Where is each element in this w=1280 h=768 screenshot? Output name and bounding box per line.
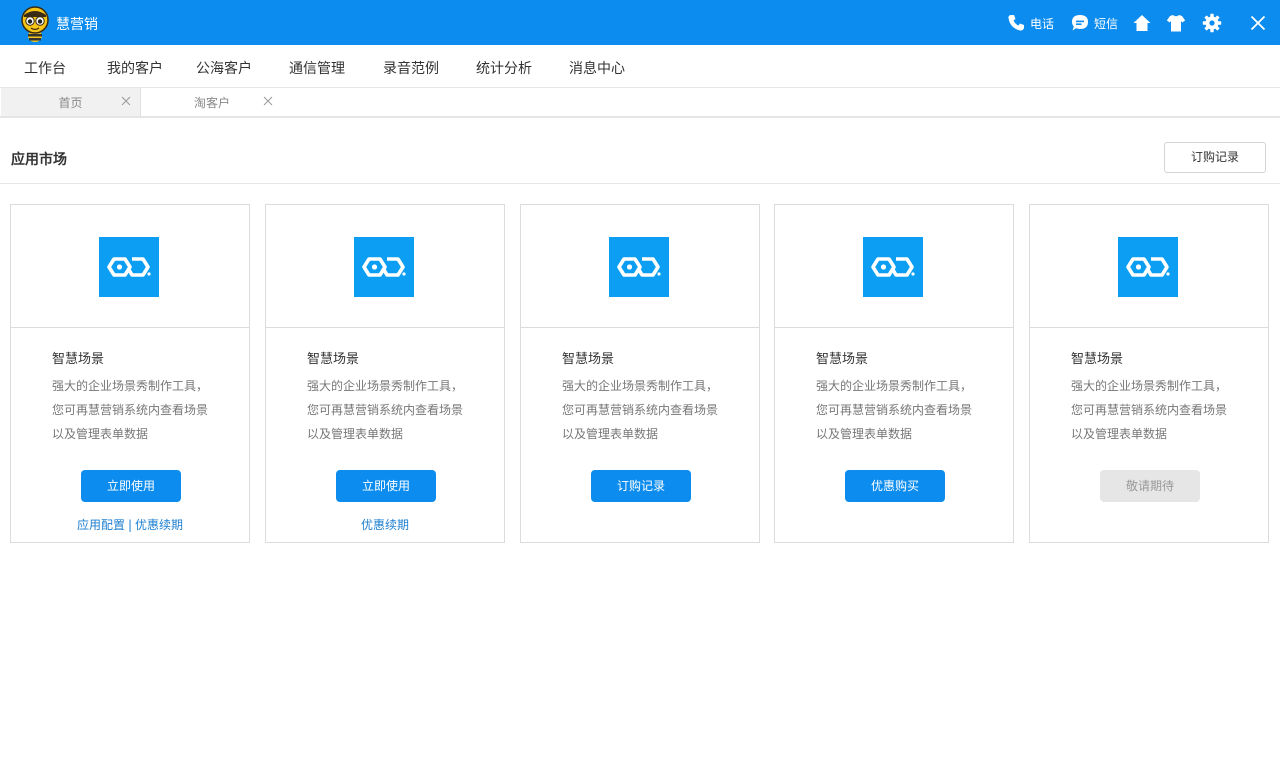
- infinity-glyph: [1126, 257, 1170, 277]
- renew-link[interactable]: 优惠续期: [361, 518, 409, 532]
- app-card-description: 强大的企业场景秀制作工具， 您可再慧营销系统内查看场景 以及管理表单数据: [52, 374, 242, 446]
- close-icon: [1250, 15, 1266, 31]
- tab-home[interactable]: 首页: [1, 88, 141, 116]
- discount-purchase-button[interactable]: 优惠购买: [845, 470, 945, 502]
- order-history-button[interactable]: 订购记录: [1164, 142, 1266, 173]
- tab-find-customers[interactable]: 淘客户: [142, 88, 282, 116]
- description-line: 强大的企业场景秀制作工具，: [307, 379, 464, 393]
- menu-item-public-customers[interactable]: 公海客户: [196, 58, 252, 78]
- app-card: 智慧场景 强大的企业场景秀制作工具， 您可再慧营销系统内查看场景 以及管理表单数…: [774, 204, 1014, 543]
- description-line: 强大的企业场景秀制作工具，: [562, 379, 719, 393]
- title-bar: 慧营销 电话 短信: [0, 0, 1280, 45]
- tab-label: 淘客户: [193, 96, 230, 110]
- infinity-app-icon: [99, 237, 159, 297]
- menu-item-my-customers[interactable]: 我的客户: [107, 58, 163, 78]
- home-icon: [1133, 15, 1151, 31]
- tab-close-icon[interactable]: [120, 95, 132, 107]
- menu-item-messages[interactable]: 消息中心: [569, 58, 625, 78]
- app-card-description: 强大的企业场景秀制作工具， 您可再慧营销系统内查看场景 以及管理表单数据: [1071, 374, 1261, 446]
- app-card-description: 强大的企业场景秀制作工具， 您可再慧营销系统内查看场景 以及管理表单数据: [562, 374, 752, 446]
- description-line: 以及管理表单数据: [1071, 427, 1168, 441]
- app-card-links: 优惠续期: [266, 516, 504, 533]
- phone-button[interactable]: 电话: [1006, 12, 1054, 34]
- app-card: 智慧场景 强大的企业场景秀制作工具， 您可再慧营销系统内查看场景 以及管理表单数…: [1029, 204, 1269, 543]
- infinity-glyph: [617, 257, 661, 277]
- description-line: 强大的企业场景秀制作工具，: [1071, 379, 1228, 393]
- divider: [0, 183, 1280, 184]
- menu-item-workbench[interactable]: 工作台: [24, 58, 66, 78]
- app-card-title: 智慧场景: [816, 352, 869, 367]
- tab-bar: 首页 淘客户: [0, 88, 1280, 118]
- use-now-button[interactable]: 立即使用: [336, 470, 436, 502]
- phone-label: 电话: [1030, 16, 1055, 31]
- infinity-glyph: [362, 257, 406, 277]
- description-line: 以及管理表单数据: [562, 427, 659, 441]
- app-card-header: [266, 205, 504, 328]
- description-line: 强大的企业场景秀制作工具，: [816, 379, 973, 393]
- infinity-app-icon: [863, 237, 923, 297]
- app-card-header: [1030, 205, 1268, 328]
- menu-item-communication[interactable]: 通信管理: [289, 58, 345, 78]
- home-button[interactable]: [1132, 12, 1152, 34]
- sms-label: 短信: [1094, 16, 1119, 31]
- description-line: 您可再慧营销系统内查看场景: [52, 403, 209, 417]
- infinity-glyph: [107, 257, 151, 277]
- app-name: 慧营销: [56, 17, 98, 33]
- app-card-title: 智慧场景: [1071, 352, 1124, 367]
- app-config-link[interactable]: 应用配置: [77, 518, 125, 532]
- menu-item-recording-examples[interactable]: 录音范例: [383, 58, 439, 78]
- close-button[interactable]: [1248, 12, 1268, 34]
- use-now-button[interactable]: 立即使用: [81, 470, 181, 502]
- gear-icon: [1202, 13, 1222, 33]
- description-line: 以及管理表单数据: [816, 427, 913, 441]
- app-card-title: 智慧场景: [52, 352, 105, 367]
- app-card-description: 强大的企业场景秀制作工具， 您可再慧营销系统内查看场景 以及管理表单数据: [307, 374, 497, 446]
- app-card-header: [521, 205, 759, 328]
- description-line: 以及管理表单数据: [307, 427, 404, 441]
- order-records-button[interactable]: 订购记录: [591, 470, 691, 502]
- renew-link[interactable]: 优惠续期: [135, 518, 183, 532]
- page-title: 应用市场: [11, 152, 67, 168]
- bee-logo-icon: [21, 6, 49, 42]
- infinity-app-icon: [609, 237, 669, 297]
- main-menu: 工作台 我的客户 公海客户 通信管理 录音范例 统计分析 消息中心: [0, 45, 1280, 88]
- settings-button[interactable]: [1202, 12, 1222, 34]
- app-card: 智慧场景 强大的企业场景秀制作工具， 您可再慧营销系统内查看场景 以及管理表单数…: [10, 204, 250, 543]
- description-line: 强大的企业场景秀制作工具，: [52, 379, 209, 393]
- coming-soon-button: 敬请期待: [1100, 470, 1200, 502]
- description-line: 您可再慧营销系统内查看场景: [307, 403, 464, 417]
- app-card-links: 应用配置 | 优惠续期: [11, 516, 249, 533]
- link-separator: |: [127, 518, 133, 532]
- app-card-header: [775, 205, 1013, 328]
- app-card-title: 智慧场景: [307, 352, 360, 367]
- sms-bubble-icon: [1072, 15, 1088, 31]
- description-line: 您可再慧营销系统内查看场景: [816, 403, 973, 417]
- description-line: 以及管理表单数据: [52, 427, 149, 441]
- infinity-glyph: [871, 257, 915, 277]
- infinity-app-icon: [1118, 237, 1178, 297]
- infinity-app-icon: [354, 237, 414, 297]
- app-card: 智慧场景 强大的企业场景秀制作工具， 您可再慧营销系统内查看场景 以及管理表单数…: [520, 204, 760, 543]
- tab-close-icon[interactable]: [262, 95, 274, 107]
- phone-icon: [1008, 15, 1024, 31]
- app-card-title: 智慧场景: [562, 352, 615, 367]
- app-card-header: [11, 205, 249, 328]
- sms-button[interactable]: 短信: [1070, 12, 1118, 34]
- shirt-icon: [1166, 15, 1186, 32]
- theme-button[interactable]: [1166, 12, 1186, 34]
- app-card: 智慧场景 强大的企业场景秀制作工具， 您可再慧营销系统内查看场景 以及管理表单数…: [265, 204, 505, 543]
- description-line: 您可再慧营销系统内查看场景: [1071, 403, 1228, 417]
- app-card-description: 强大的企业场景秀制作工具， 您可再慧营销系统内查看场景 以及管理表单数据: [816, 374, 1006, 446]
- description-line: 您可再慧营销系统内查看场景: [562, 403, 719, 417]
- menu-item-statistics[interactable]: 统计分析: [476, 58, 532, 78]
